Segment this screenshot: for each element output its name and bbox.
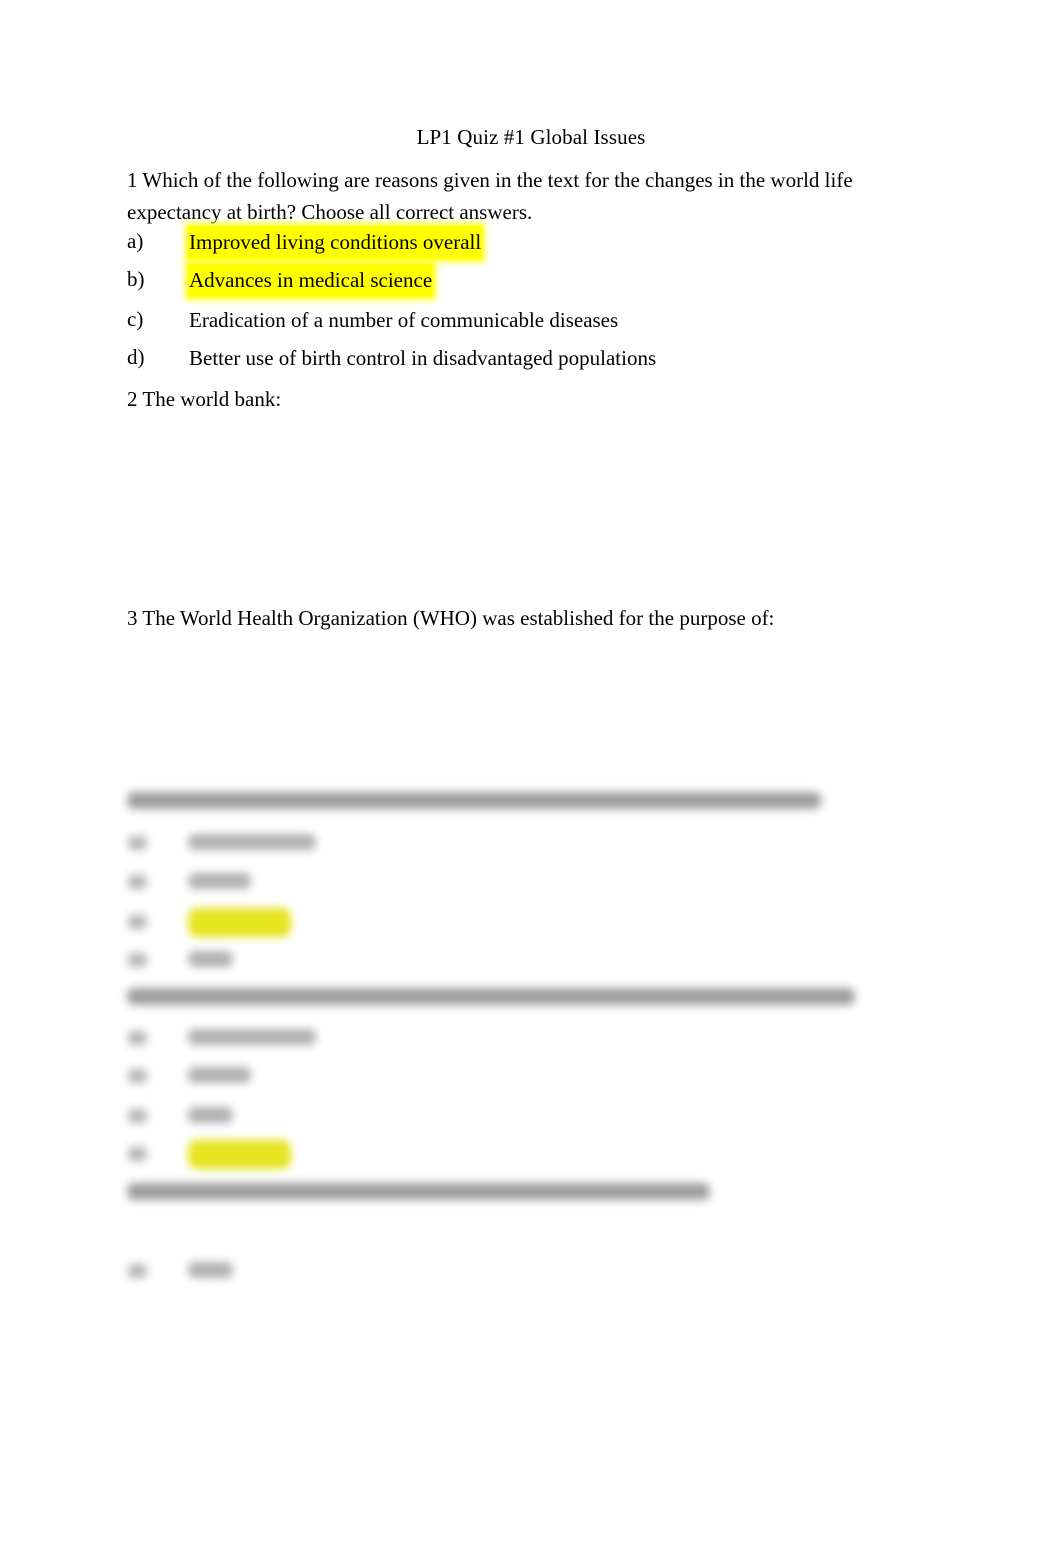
question-2-prompt: 2 The world bank: [127,387,282,411]
redacted-note-q5: blurred question line [0,0,1,1]
option-marker-b: b) [127,267,145,291]
question-5-option-d-marker-redacted [128,1147,147,1161]
question-4-option-b-marker-redacted [128,875,147,889]
question-1-option-c[interactable]: c) Eradication of a number of communicab… [127,304,927,337]
question-4-option-a-redacted [188,834,316,850]
option-marker-d: d) [127,345,145,369]
question-4-option-b-redacted [188,873,251,889]
quiz-document-page: LP1 Quiz #1 Global Issues 1 Which of the… [0,0,1062,1561]
redacted-note-q4: blurred question line [0,0,1,1]
question-3-prompt: 3 The World Health Organization (WHO) wa… [127,606,775,630]
question-4-option-d-redacted [188,951,233,967]
question-5-option-a-redacted [188,1029,316,1045]
question-4-option-c-highlight-redacted [188,908,291,937]
question-4-option-c-marker-redacted [128,915,147,929]
option-text-c: Eradication of a number of communicable … [189,308,619,332]
redacted-note-q6: blurred question line [0,0,1,1]
question-4-option-d-marker-redacted [128,953,147,967]
question-5-prompt-redacted [127,988,855,1005]
option-marker-c: c) [127,307,144,331]
option-text-b: Advances in medical science [188,264,434,297]
question-4-option-a-marker-redacted [128,836,147,850]
option-text-d: Better use of birth control in disadvant… [189,346,657,370]
question-5-option-d-highlight-redacted [188,1140,291,1169]
question-5-option-b-marker-redacted [128,1069,147,1083]
question-5-option-b-redacted [188,1067,251,1083]
question-6-option-a-redacted [188,1262,233,1278]
question-5-option-c-marker-redacted [128,1109,147,1123]
question-6-prompt-redacted [127,1183,710,1200]
question-1-option-a[interactable]: a) Improved living conditions overall [127,226,927,259]
question-5-option-c-redacted [188,1107,233,1123]
question-5-option-a-marker-redacted [128,1031,147,1045]
question-1-prompt: 1 Which of the following are reasons giv… [127,168,853,224]
question-4-prompt-redacted [127,792,821,809]
page-title: LP1 Quiz #1 Global Issues [416,125,646,149]
question-1-option-d[interactable]: d) Better use of birth control in disadv… [127,342,927,375]
option-text-a: Improved living conditions overall [188,226,483,259]
question-1-option-b[interactable]: b) Advances in medical science [127,264,927,297]
option-marker-a: a) [127,229,144,253]
question-6-option-a-marker-redacted [128,1264,147,1278]
